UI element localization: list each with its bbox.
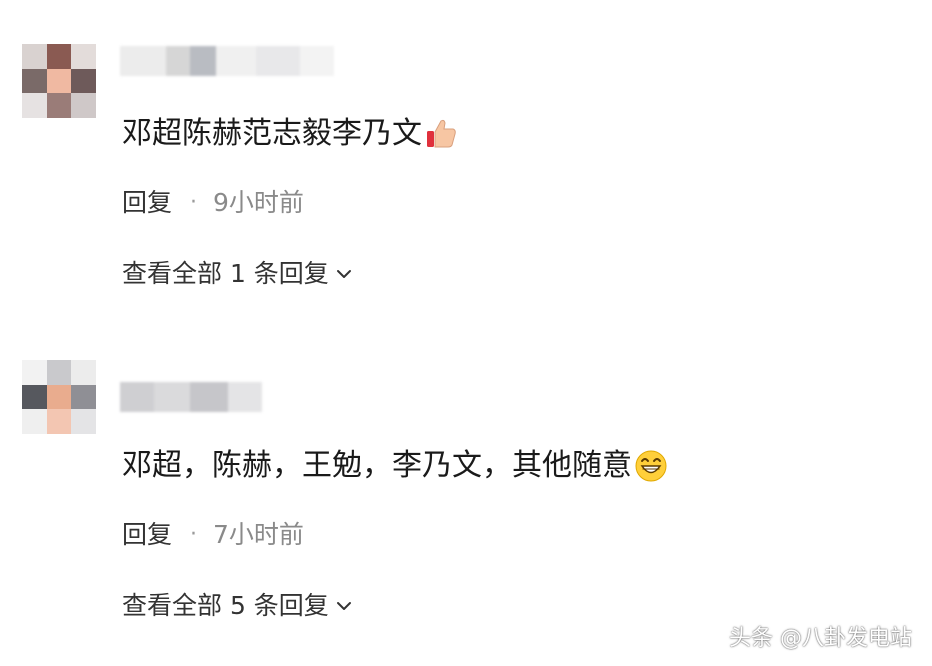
reply-button[interactable]: 回复 [122,186,172,220]
comment-text: 邓超，陈赫，王勉，李乃文，其他随意 [122,446,668,486]
view-all-replies-button[interactable]: 查看全部 1 条回复 [122,257,353,291]
comment-meta: 回复 · 7小时前 [122,518,304,552]
timestamp: 9小时前 [213,188,304,217]
view-all-replies-label: 查看全部 5 条回复 [122,591,329,620]
avatar[interactable] [22,44,96,118]
thumbs-up-icon [427,119,456,148]
username-blurred[interactable] [120,382,262,412]
view-all-replies-label: 查看全部 1 条回复 [122,259,329,288]
chevron-down-icon [336,270,351,278]
reply-button[interactable]: 回复 [122,518,172,552]
grinning-face-icon [635,450,667,482]
comment-text-content: 邓超，陈赫，王勉，李乃文，其他随意 [122,448,632,483]
timestamp: 7小时前 [213,520,304,549]
chevron-down-icon [336,602,351,610]
comment-meta: 回复 · 9小时前 [122,186,304,220]
username-blurred[interactable] [120,46,334,76]
comment-text-content: 邓超陈赫范志毅李乃文 [122,116,422,151]
watermark: 头条 @八卦发电站 [729,626,912,651]
separator-dot: · [190,522,198,547]
separator-dot: · [190,190,198,215]
comment-text: 邓超陈赫范志毅李乃文 [122,114,458,154]
avatar[interactable] [22,360,96,434]
view-all-replies-button[interactable]: 查看全部 5 条回复 [122,589,353,623]
